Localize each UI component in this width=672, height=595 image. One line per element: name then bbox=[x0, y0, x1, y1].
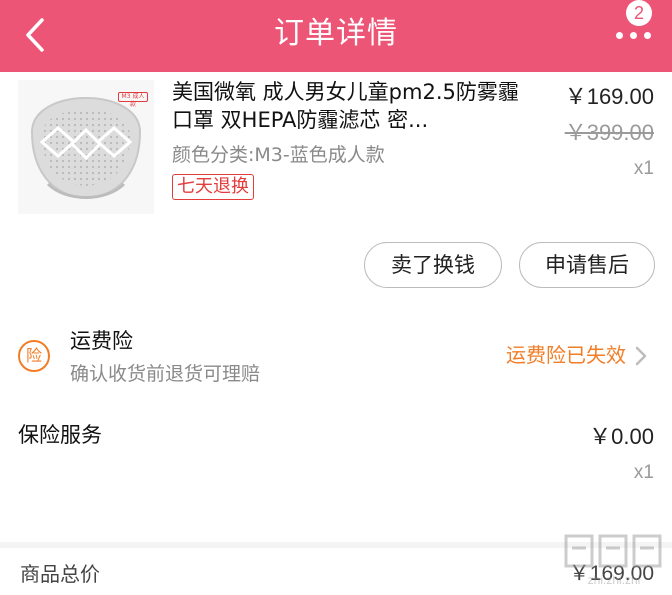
insurance-icon: 险 bbox=[18, 340, 50, 372]
total-label: 商品总价 bbox=[20, 562, 100, 586]
product-spec: 颜色分类:M3-蓝色成人款 bbox=[172, 144, 385, 166]
shipping-insurance-row[interactable]: 险 运费险 确认收货前退货可理赔 运费险已失效 bbox=[0, 304, 672, 404]
insurance-service-quantity: x1 bbox=[633, 462, 654, 483]
top-nav-bar: 订单详情 2 bbox=[0, 0, 672, 72]
order-product-card: M3 成人款 美国微氧 成人男女儿童pm2.5防雾霾口罩 双HEPA防霾滤芯 密… bbox=[0, 72, 672, 304]
shipping-insurance-subtitle: 确认收货前退货可理赔 bbox=[70, 363, 261, 385]
product-image[interactable]: M3 成人款 bbox=[18, 80, 154, 214]
insurance-service-section: 保险服务 ￥0.00 x1 bbox=[0, 404, 672, 542]
product-image-tag: M3 成人款 bbox=[118, 92, 148, 108]
shipping-insurance-title: 运费险 bbox=[70, 329, 133, 353]
sell-for-cash-button[interactable]: 卖了换钱 bbox=[364, 242, 502, 288]
notification-badge: 2 bbox=[626, 0, 652, 26]
return-policy-badge: 七天退换 bbox=[172, 174, 254, 200]
insurance-service-price: ￥0.00 bbox=[589, 424, 654, 449]
shipping-insurance-status: 运费险已失效 bbox=[506, 343, 626, 367]
product-price: ￥169.00 bbox=[564, 84, 654, 109]
page-title: 订单详情 bbox=[274, 16, 398, 51]
order-total-row: 商品总价 ￥169.00 bbox=[0, 548, 672, 595]
after-sales-button[interactable]: 申请售后 bbox=[519, 242, 655, 288]
chevron-right-icon bbox=[635, 346, 647, 366]
product-title[interactable]: 美国微氧 成人男女儿童pm2.5防雾霾口罩 双HEPA防霾滤芯 密... bbox=[172, 78, 524, 136]
insurance-service-title: 保险服务 bbox=[18, 423, 102, 447]
more-dot-icon bbox=[616, 32, 623, 39]
more-dot-icon bbox=[644, 32, 651, 39]
product-original-price: ￥399.00 bbox=[564, 120, 654, 145]
more-dot-icon bbox=[630, 32, 637, 39]
more-menu-button[interactable] bbox=[612, 22, 656, 48]
total-value: ￥169.00 bbox=[568, 562, 654, 585]
product-quantity: x1 bbox=[633, 158, 654, 179]
